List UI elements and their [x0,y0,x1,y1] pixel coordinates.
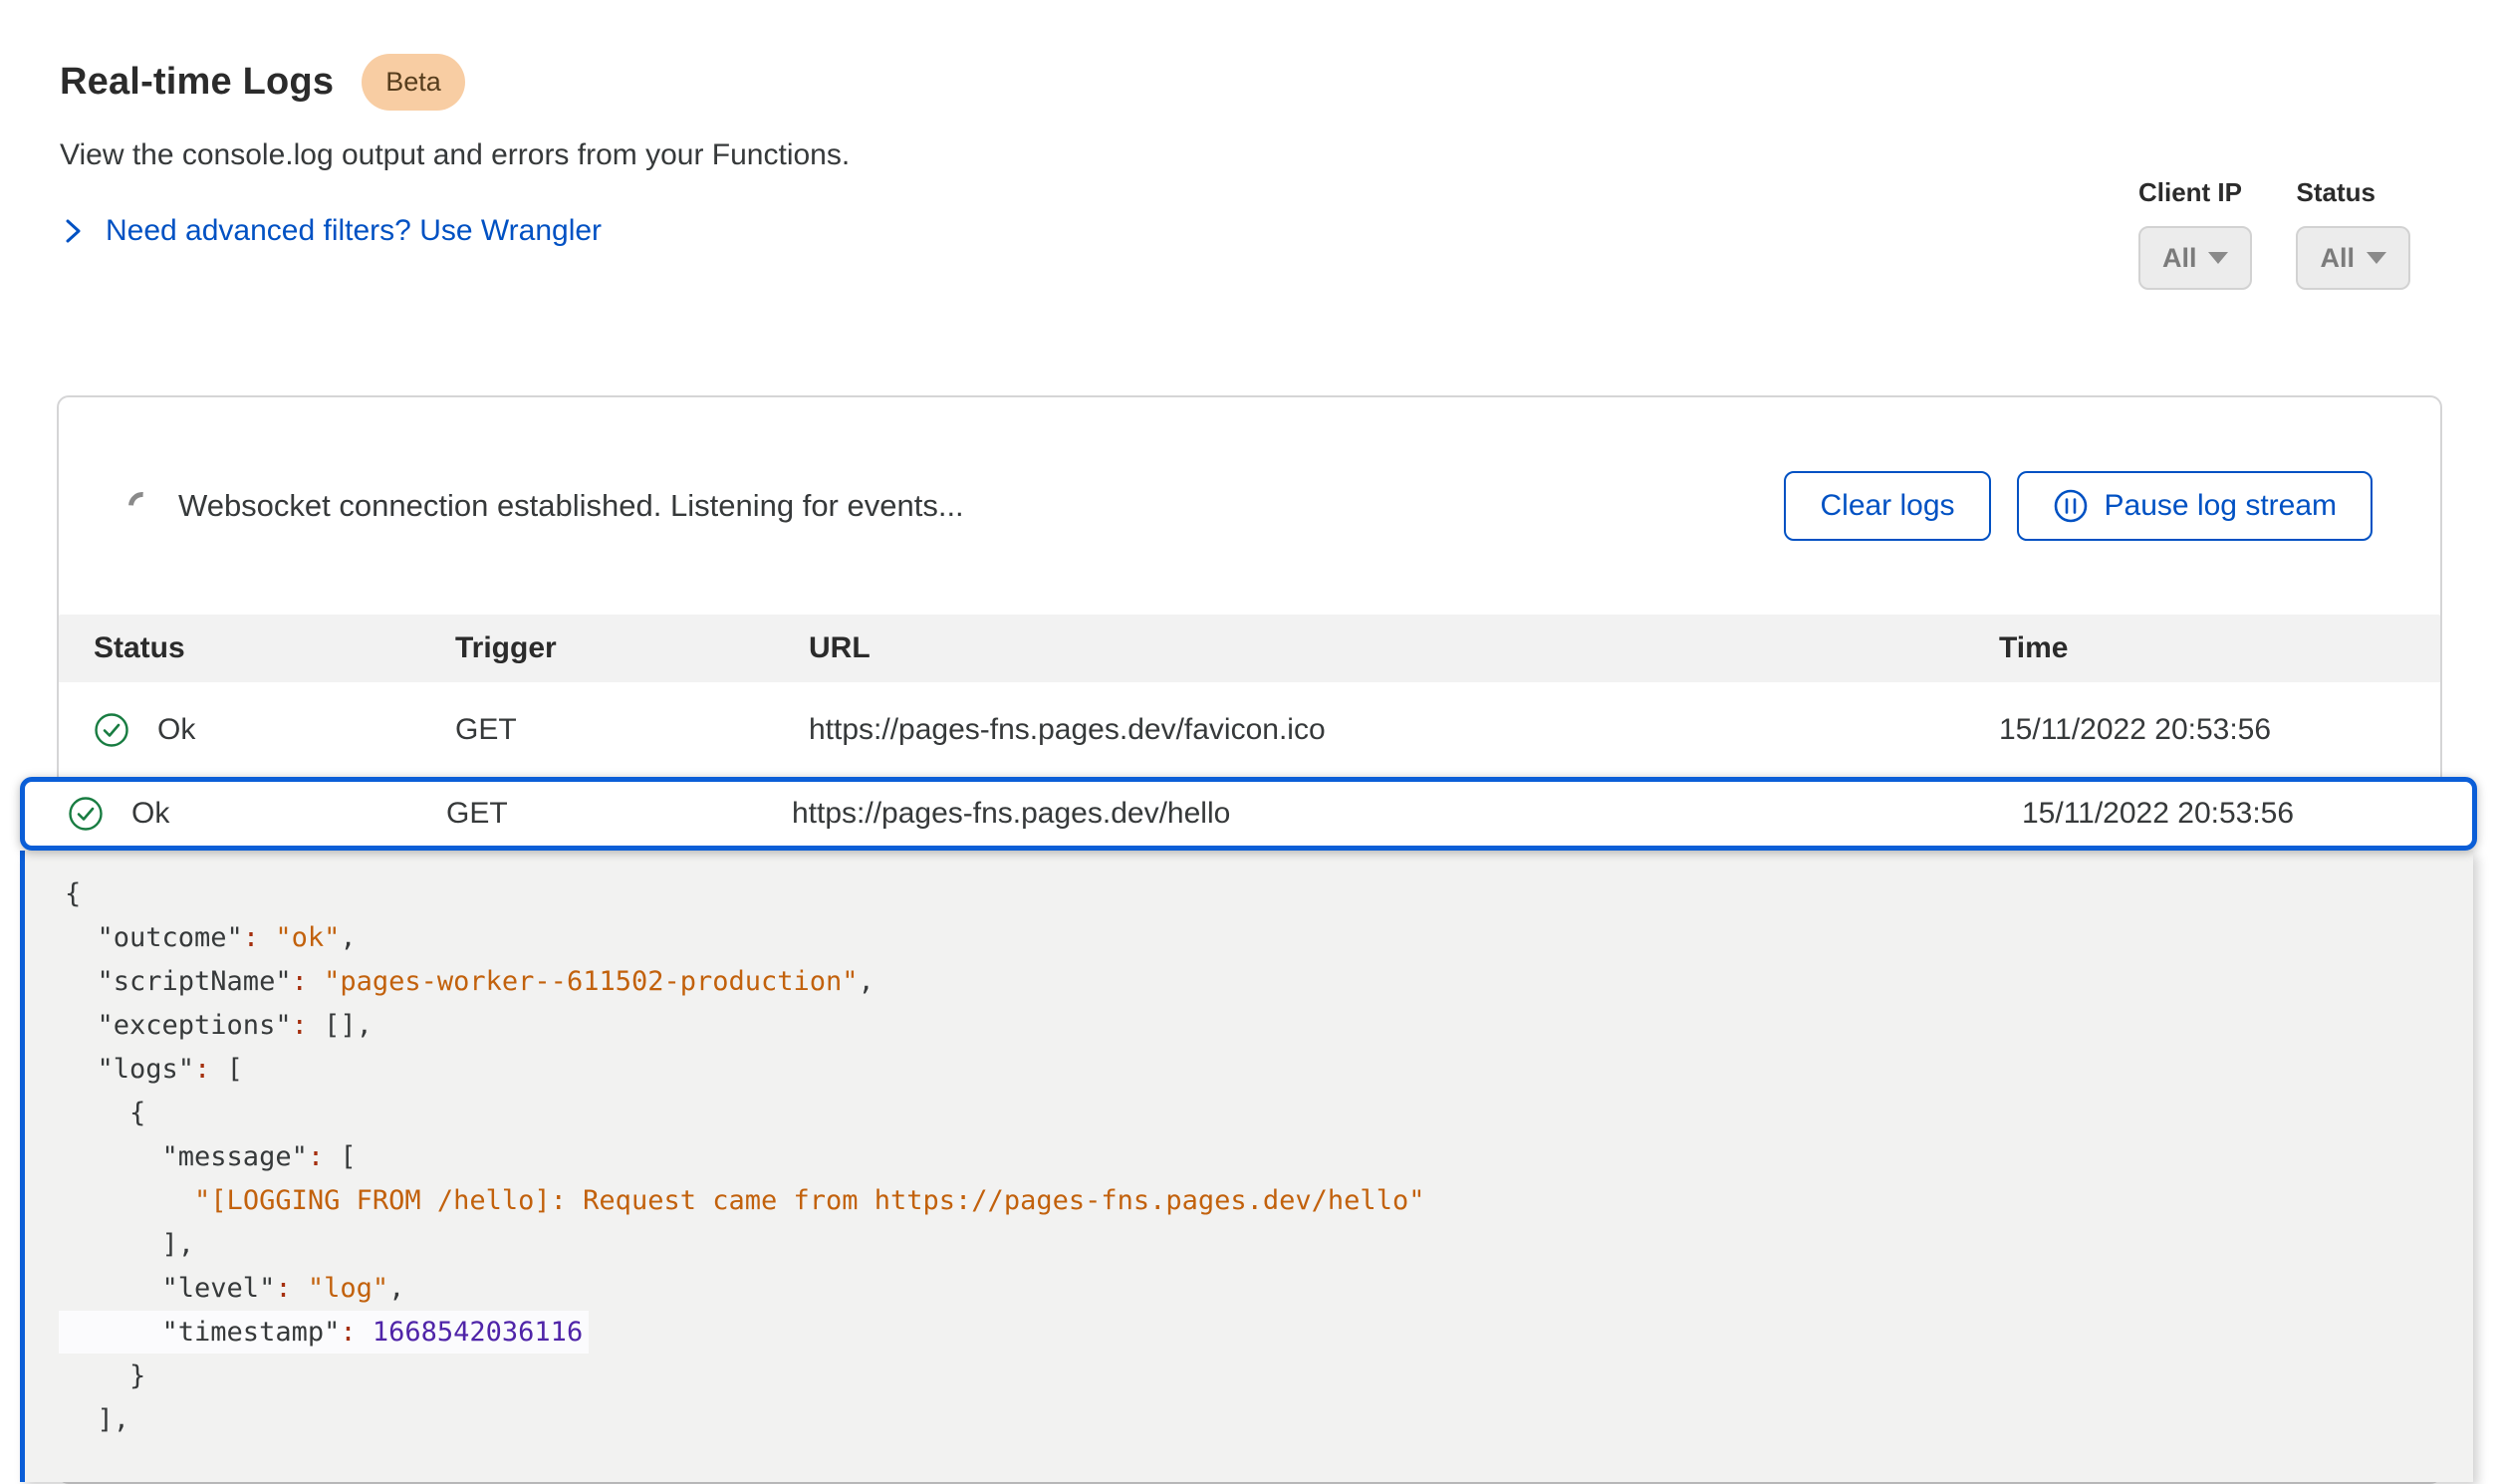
code-line: "level": "log", [65,1267,2473,1311]
log-row-favicon[interactable]: Ok GET https://pages-fns.pages.dev/favic… [59,682,2440,777]
status-cell: Ok [68,796,446,832]
code-line: "timestamp": 1668542036116 [65,1311,2473,1355]
code-line: { [65,1092,2473,1135]
filters: Client IP All Status All [2138,177,2410,290]
status-value: Ok [131,797,169,831]
code-line: { [65,872,2473,916]
log-json-code: { "outcome": "ok", "scriptName": "pages-… [65,872,2473,1442]
caret-down-icon [2367,252,2386,264]
url-value: https://pages-fns.pages.dev/favicon.ico [809,713,1999,747]
column-header-time: Time [1999,631,2440,665]
code-line: "message": [ [65,1135,2473,1179]
status-dropdown[interactable]: All [2296,226,2410,290]
wrangler-link-row[interactable]: Need advanced filters? Use Wrangler [60,214,602,248]
status-filter-label: Status [2296,177,2410,208]
pause-log-stream-button[interactable]: Pause log stream [2017,471,2373,541]
expanded-log-group: Ok GET https://pages-fns.pages.dev/hello… [20,777,2477,1482]
trigger-value: GET [455,713,809,747]
wrangler-link[interactable]: Need advanced filters? Use Wrangler [106,214,602,248]
beta-badge: Beta [362,54,465,111]
url-value: https://pages-fns.pages.dev/hello [792,797,2022,831]
client-ip-dropdown[interactable]: All [2138,226,2253,290]
code-line: "exceptions": [], [65,1004,2473,1048]
code-line: "[LOGGING FROM /hello]: Request came fro… [65,1179,2473,1223]
column-header-status: Status [94,631,455,665]
table-header-row: Status Trigger URL Time [59,615,2440,682]
spinner-icon [123,486,162,526]
title-row: Real-time Logs Beta [60,54,2442,111]
page-subtitle: View the console.log output and errors f… [60,138,2442,172]
expanded-log-detail: { "outcome": "ok", "scriptName": "pages-… [20,851,2473,1482]
client-ip-label: Client IP [2138,177,2253,208]
code-line: "outcome": "ok", [65,916,2473,960]
column-header-trigger: Trigger [455,631,809,665]
chevron-right-icon [60,218,86,244]
code-line: ], [65,1398,2473,1442]
ok-check-icon [94,712,129,748]
clear-logs-button[interactable]: Clear logs [1784,471,1990,541]
log-toolbar: Websocket connection established. Listen… [59,397,2440,615]
status-value: Ok [157,713,195,747]
code-line: "logs": [ [65,1048,2473,1092]
client-ip-dropdown-value: All [2162,243,2197,274]
caret-down-icon [2208,252,2228,264]
trigger-value: GET [446,797,792,831]
client-ip-filter: Client IP All [2138,177,2253,290]
status-cell: Ok [94,712,455,748]
column-header-url: URL [809,631,1999,665]
websocket-status-message: Websocket connection established. Listen… [178,488,1784,524]
time-value: 15/11/2022 20:53:56 [1999,713,2440,747]
page-title: Real-time Logs [60,61,334,104]
code-line: "scriptName": "pages-worker--611502-prod… [65,960,2473,1004]
pause-icon [2053,488,2089,524]
log-row-hello-selected[interactable]: Ok GET https://pages-fns.pages.dev/hello… [20,777,2477,851]
status-dropdown-value: All [2320,243,2355,274]
code-line: ], [65,1223,2473,1267]
page-header: Real-time Logs Beta View the console.log… [0,0,2498,248]
code-line: } [65,1355,2473,1398]
log-table: Status Trigger URL Time Ok GET https://p… [59,615,2440,1482]
clear-logs-label: Clear logs [1820,489,1954,523]
ok-check-icon [68,796,104,832]
pause-log-stream-label: Pause log stream [2105,489,2337,523]
log-panel: Websocket connection established. Listen… [57,395,2442,1484]
status-filter: Status All [2296,177,2410,290]
time-value: 15/11/2022 20:53:56 [2022,797,2472,831]
